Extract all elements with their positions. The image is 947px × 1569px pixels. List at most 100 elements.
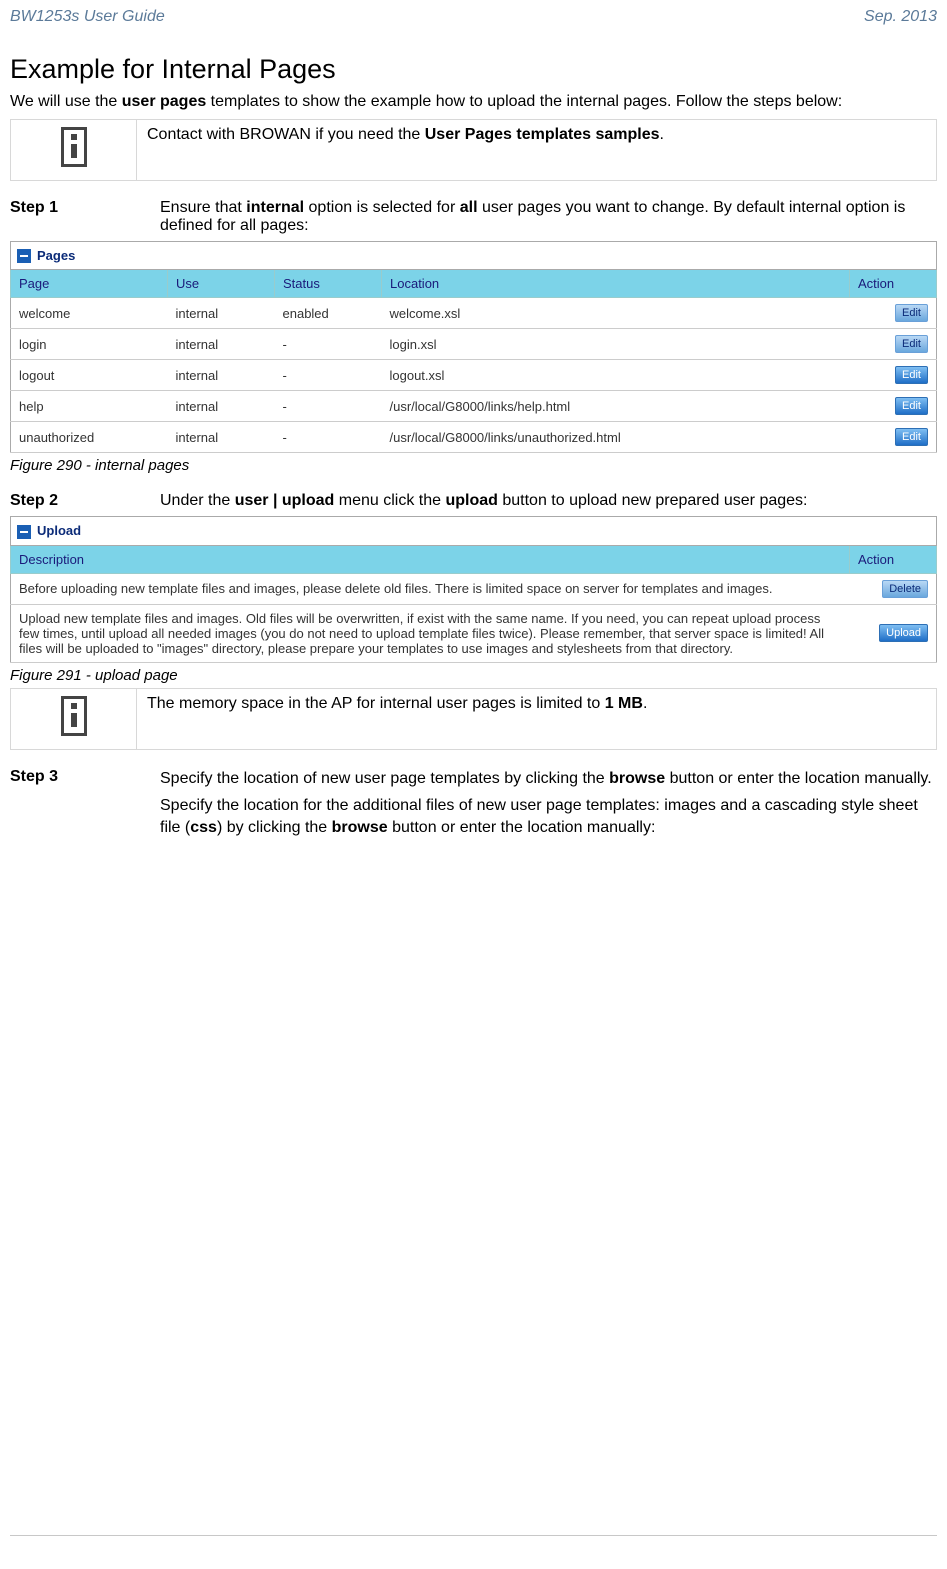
- edit-button[interactable]: Edit: [895, 397, 928, 415]
- th-action: Action: [850, 545, 937, 573]
- footer-rule: [10, 1535, 937, 1536]
- info-text-2: The memory space in the AP for internal …: [137, 688, 937, 749]
- info-icon-cell: [11, 119, 137, 180]
- info-text-1: Contact with BROWAN if you need the User…: [137, 119, 937, 180]
- cell-page: unauthorized: [11, 422, 168, 453]
- th-action: Action: [850, 270, 937, 298]
- step2-label: Step 2: [10, 492, 160, 510]
- cell-use: internal: [168, 298, 275, 329]
- figure-caption-1: Figure 290 - internal pages: [10, 457, 937, 474]
- cell-status: -: [275, 422, 382, 453]
- cell-location: login.xsl: [382, 329, 850, 360]
- table-row: help internal - /usr/local/G8000/links/h…: [11, 391, 937, 422]
- s2c: menu click the: [334, 492, 445, 509]
- header-left: BW1253s User Guide: [10, 8, 165, 26]
- s3p2b: css: [190, 819, 217, 836]
- page-title: Example for Internal Pages: [10, 54, 937, 85]
- th-desc: Description: [11, 545, 850, 573]
- cell-page: login: [11, 329, 168, 360]
- table-row: login internal - login.xsl Edit: [11, 329, 937, 360]
- info-box-2: The memory space in the AP for internal …: [10, 688, 937, 750]
- cell-use: internal: [168, 360, 275, 391]
- intro-a: We will use the: [10, 93, 122, 110]
- cell-use: internal: [168, 329, 275, 360]
- cell-page: welcome: [11, 298, 168, 329]
- info-icon: [61, 696, 87, 736]
- edit-button[interactable]: Edit: [895, 428, 928, 446]
- cell-status: -: [275, 391, 382, 422]
- s3p1a: Specify the location of new user page te…: [160, 770, 609, 787]
- header-right: Sep. 2013: [864, 8, 937, 26]
- cell-location: /usr/local/G8000/links/unauthorized.html: [382, 422, 850, 453]
- th-use: Use: [168, 270, 275, 298]
- info1-c: .: [660, 126, 664, 143]
- s3p1c: button or enter the location manually.: [665, 770, 932, 787]
- step2-body: Under the user | upload menu click the u…: [160, 492, 937, 510]
- figure-caption-2: Figure 291 - upload page: [10, 667, 937, 684]
- cell-use: internal: [168, 391, 275, 422]
- info2-c: .: [643, 695, 647, 712]
- edit-button[interactable]: Edit: [895, 366, 928, 384]
- s1b: internal: [246, 199, 304, 216]
- edit-button[interactable]: Edit: [895, 304, 928, 322]
- info1-b: User Pages templates samples: [425, 126, 660, 143]
- table-row: welcome internal enabled welcome.xsl Edi…: [11, 298, 937, 329]
- s2b: user | upload: [235, 492, 335, 509]
- upload-table: Upload Description Action Before uploadi…: [10, 516, 937, 663]
- s2d: upload: [445, 492, 497, 509]
- expand-icon[interactable]: [17, 525, 31, 539]
- s2a: Under the: [160, 492, 235, 509]
- cell-use: internal: [168, 422, 275, 453]
- intro-b: user pages: [122, 93, 206, 110]
- upload-title-cell: Upload: [11, 517, 937, 546]
- cell-location: /usr/local/G8000/links/help.html: [382, 391, 850, 422]
- cell-page: help: [11, 391, 168, 422]
- table-row: Upload new template files and images. Ol…: [11, 604, 937, 662]
- expand-icon[interactable]: [17, 249, 31, 263]
- step3-p1: Specify the location of new user page te…: [160, 768, 937, 790]
- s2e: button to upload new prepared user pages…: [498, 492, 808, 509]
- info2-a: The memory space in the AP for internal …: [147, 695, 605, 712]
- s1a: Ensure that: [160, 199, 246, 216]
- cell-desc: Upload new template files and images. Ol…: [11, 604, 850, 662]
- pages-title: Pages: [37, 248, 75, 263]
- table-row: Before uploading new template files and …: [11, 573, 937, 604]
- th-status: Status: [275, 270, 382, 298]
- s3p1b: browse: [609, 770, 665, 787]
- cell-location: logout.xsl: [382, 360, 850, 391]
- intro-text: We will use the user pages templates to …: [10, 91, 937, 113]
- s3p2c: ) by clicking the: [217, 819, 332, 836]
- info-icon: [61, 127, 87, 167]
- cell-status: -: [275, 360, 382, 391]
- cell-status: -: [275, 329, 382, 360]
- s3p2e: button or enter the location manually:: [388, 819, 656, 836]
- s1c: option is selected for: [304, 199, 460, 216]
- step1-body: Ensure that internal option is selected …: [160, 199, 937, 235]
- th-page: Page: [11, 270, 168, 298]
- cell-status: enabled: [275, 298, 382, 329]
- info2-b: 1 MB: [605, 695, 643, 712]
- cell-location: welcome.xsl: [382, 298, 850, 329]
- info-icon-cell: [11, 688, 137, 749]
- upload-button[interactable]: Upload: [879, 624, 928, 642]
- delete-button[interactable]: Delete: [882, 580, 928, 598]
- step1-label: Step 1: [10, 199, 160, 235]
- page-header: BW1253s User Guide Sep. 2013: [10, 8, 937, 26]
- pages-table: Pages Page Use Status Location Action we…: [10, 241, 937, 454]
- step3-body: Specify the location of new user page te…: [160, 768, 937, 845]
- info-box-1: Contact with BROWAN if you need the User…: [10, 119, 937, 181]
- table-row: unauthorized internal - /usr/local/G8000…: [11, 422, 937, 453]
- intro-c: templates to show the example how to upl…: [206, 93, 842, 110]
- edit-button[interactable]: Edit: [895, 335, 928, 353]
- upload-title: Upload: [37, 523, 81, 538]
- th-location: Location: [382, 270, 850, 298]
- step3-label: Step 3: [10, 768, 160, 845]
- pages-title-cell: Pages: [11, 241, 937, 270]
- s3p2d: browse: [332, 819, 388, 836]
- table-row: logout internal - logout.xsl Edit: [11, 360, 937, 391]
- info1-a: Contact with BROWAN if you need the: [147, 126, 425, 143]
- cell-desc: Before uploading new template files and …: [11, 573, 850, 604]
- cell-page: logout: [11, 360, 168, 391]
- step3-p2: Specify the location for the additional …: [160, 795, 937, 838]
- s1d: all: [460, 199, 478, 216]
